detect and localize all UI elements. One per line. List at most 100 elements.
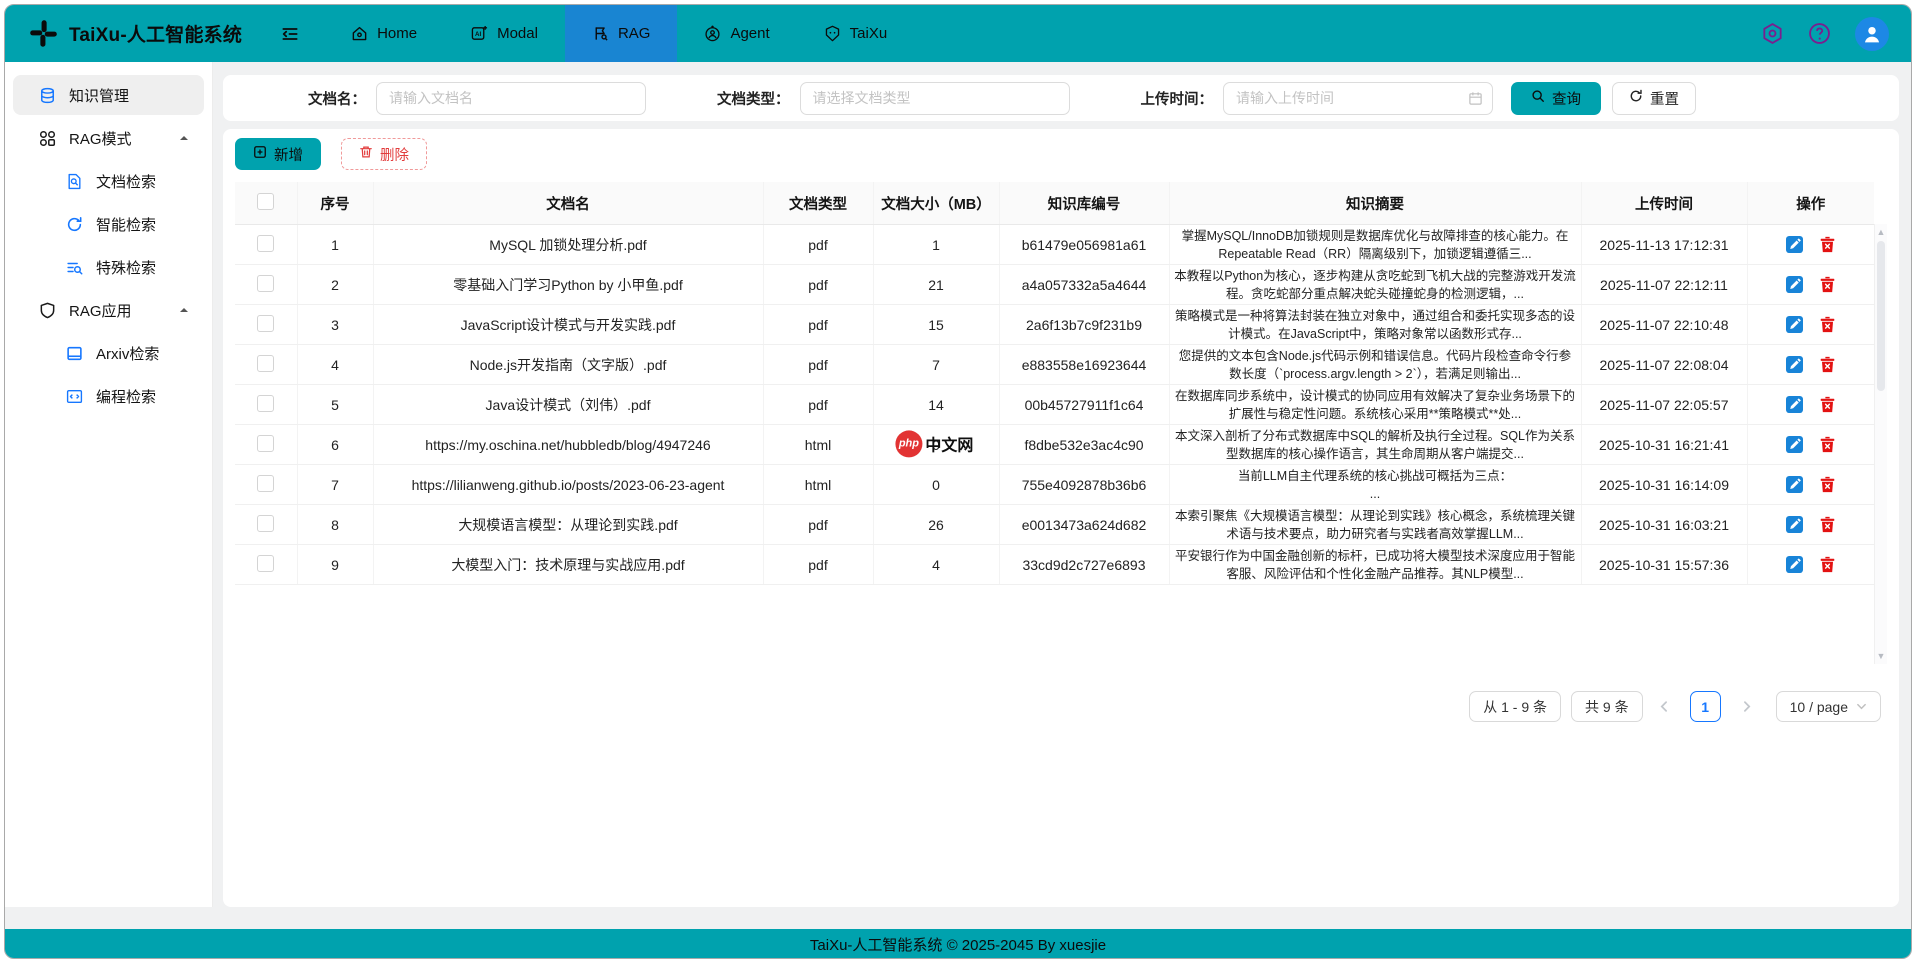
nav-tab-modal[interactable]: AIModal bbox=[444, 5, 565, 62]
sidebar-item[interactable]: 特殊检索 bbox=[13, 247, 204, 287]
header-checkbox-cell bbox=[235, 182, 297, 225]
delete-icon[interactable] bbox=[1819, 556, 1836, 573]
sidebar-item[interactable]: 知识管理 bbox=[13, 75, 204, 115]
row-checkbox[interactable] bbox=[257, 355, 274, 372]
table-row: 5Java设计模式（刘伟）.pdfpdf1400b45727911f1c64在数… bbox=[235, 385, 1874, 425]
summary-cell: 掌握MySQL/InnoDB加锁规则是数据库优化与故障排查的核心能力。在Repe… bbox=[1169, 225, 1581, 265]
nav-tab-rag[interactable]: RAG bbox=[565, 5, 678, 62]
reset-button[interactable]: 重置 bbox=[1612, 82, 1696, 115]
edit-icon[interactable] bbox=[1786, 316, 1803, 333]
doc-type-select[interactable] bbox=[800, 82, 1070, 115]
modal-icon: AI bbox=[471, 25, 488, 42]
upload-time-cell: 2025-11-07 22:05:57 bbox=[1581, 385, 1747, 425]
delete-icon[interactable] bbox=[1819, 436, 1836, 453]
delete-icon[interactable] bbox=[1819, 476, 1836, 493]
scrollbar-thumb[interactable] bbox=[1877, 241, 1885, 391]
search-icon bbox=[1531, 89, 1545, 107]
edit-icon[interactable] bbox=[1786, 396, 1803, 413]
row-checkbox[interactable] bbox=[257, 315, 274, 332]
sidebar-item[interactable]: 文档检索 bbox=[13, 161, 204, 201]
add-button[interactable]: 新增 bbox=[235, 138, 321, 170]
actions-cell bbox=[1747, 345, 1874, 385]
upload-time-cell: 2025-10-31 16:14:09 bbox=[1581, 465, 1747, 505]
row-index: 7 bbox=[297, 465, 373, 505]
edit-icon[interactable] bbox=[1786, 476, 1803, 493]
content-panel: 新增 删除 bbox=[223, 129, 1899, 907]
kb-id-cell: 00b45727911f1c64 bbox=[999, 385, 1169, 425]
page-number-button[interactable]: 1 bbox=[1690, 691, 1721, 722]
reset-icon bbox=[1629, 89, 1643, 107]
php-logo-icon: php bbox=[895, 430, 922, 457]
doc-size-cell: 21 bbox=[873, 265, 999, 305]
main-menu: HomeAIModalRAGAgentTaiXu bbox=[324, 5, 914, 62]
menu-fold-icon[interactable] bbox=[280, 24, 300, 44]
chevron-left-icon[interactable] bbox=[1653, 700, 1676, 713]
edit-icon[interactable] bbox=[1786, 556, 1803, 573]
sidebar-item[interactable]: RAG应用 bbox=[13, 290, 204, 330]
user-avatar[interactable] bbox=[1855, 17, 1889, 51]
summary-cell: 本文深入剖析了分布式数据库中SQL的解析及执行全过程。SQL作为关系型数据库的核… bbox=[1169, 425, 1581, 465]
doc-size-cell: 0php中文网 bbox=[873, 425, 999, 465]
delete-icon[interactable] bbox=[1819, 396, 1836, 413]
row-checkbox[interactable] bbox=[257, 235, 274, 252]
table-scrollbar[interactable]: ▲ ▼ bbox=[1874, 224, 1887, 664]
help-icon[interactable] bbox=[1808, 22, 1831, 45]
table-row: 3JavaScript设计模式与开发实践.pdfpdf152a6f13b7c9f… bbox=[235, 305, 1874, 345]
doc-type-cell: pdf bbox=[763, 545, 873, 585]
calendar-icon[interactable] bbox=[1468, 91, 1483, 106]
col-upload-time: 上传时间 bbox=[1581, 182, 1747, 225]
sidebar-item[interactable]: 智能检索 bbox=[13, 204, 204, 244]
page-size-select[interactable]: 10 / page bbox=[1776, 691, 1881, 722]
doc-name-cell: https://lilianweng.github.io/posts/2023-… bbox=[373, 465, 763, 505]
chevron-right-icon[interactable] bbox=[1735, 700, 1758, 713]
edit-icon[interactable] bbox=[1786, 236, 1803, 253]
caret-up-icon[interactable] bbox=[178, 304, 190, 316]
nav-tab-agent[interactable]: Agent bbox=[677, 5, 796, 62]
table-row: 9大模型入门：技术原理与实战应用.pdfpdf433cd9d2c727e6893… bbox=[235, 545, 1874, 585]
doc-type-cell: pdf bbox=[763, 345, 873, 385]
doc-size-cell: 7 bbox=[873, 345, 999, 385]
upload-time-input[interactable] bbox=[1223, 82, 1493, 115]
nav-tab-home[interactable]: Home bbox=[324, 5, 444, 62]
svg-text:AI: AI bbox=[475, 31, 481, 38]
scroll-down-icon[interactable]: ▼ bbox=[1875, 651, 1887, 661]
actions-cell bbox=[1747, 545, 1874, 585]
kb-id-cell: e883558e16923644 bbox=[999, 345, 1169, 385]
row-checkbox[interactable] bbox=[257, 435, 274, 452]
edit-icon[interactable] bbox=[1786, 356, 1803, 373]
edit-icon[interactable] bbox=[1786, 276, 1803, 293]
nav-tab-taixu[interactable]: TaiXu bbox=[797, 5, 915, 62]
row-checkbox[interactable] bbox=[257, 555, 274, 572]
sidebar-item[interactable]: Arxiv检索 bbox=[13, 333, 204, 373]
search-button[interactable]: 查询 bbox=[1511, 82, 1601, 115]
delete-icon[interactable] bbox=[1819, 516, 1836, 533]
delete-icon[interactable] bbox=[1819, 276, 1836, 293]
doc-type-cell: pdf bbox=[763, 225, 873, 265]
delete-button[interactable]: 删除 bbox=[341, 138, 427, 170]
edit-icon[interactable] bbox=[1786, 516, 1803, 533]
doc-size-cell: 1 bbox=[873, 225, 999, 265]
pagination-total: 共 9 条 bbox=[1571, 691, 1643, 722]
caret-up-icon[interactable] bbox=[178, 132, 190, 144]
scroll-up-icon[interactable]: ▲ bbox=[1875, 227, 1887, 237]
table-row: 7https://lilianweng.github.io/posts/2023… bbox=[235, 465, 1874, 505]
doc-type-cell: pdf bbox=[763, 305, 873, 345]
row-checkbox[interactable] bbox=[257, 275, 274, 292]
special-search-icon bbox=[66, 259, 83, 276]
row-checkbox[interactable] bbox=[257, 395, 274, 412]
sidebar-item[interactable]: 编程检索 bbox=[13, 376, 204, 416]
row-checkbox[interactable] bbox=[257, 475, 274, 492]
select-all-checkbox[interactable] bbox=[257, 193, 274, 210]
doc-name-cell: JavaScript设计模式与开发实践.pdf bbox=[373, 305, 763, 345]
doc-type-cell: html bbox=[763, 465, 873, 505]
row-checkbox[interactable] bbox=[257, 515, 274, 532]
chevron-down-icon bbox=[1856, 701, 1867, 712]
delete-icon[interactable] bbox=[1819, 356, 1836, 373]
edit-icon[interactable] bbox=[1786, 436, 1803, 453]
navbar-right bbox=[1761, 17, 1895, 51]
doc-name-input[interactable] bbox=[376, 82, 646, 115]
settings-icon[interactable] bbox=[1761, 22, 1784, 45]
delete-icon[interactable] bbox=[1819, 236, 1836, 253]
sidebar-item[interactable]: RAG模式 bbox=[13, 118, 204, 158]
delete-icon[interactable] bbox=[1819, 316, 1836, 333]
